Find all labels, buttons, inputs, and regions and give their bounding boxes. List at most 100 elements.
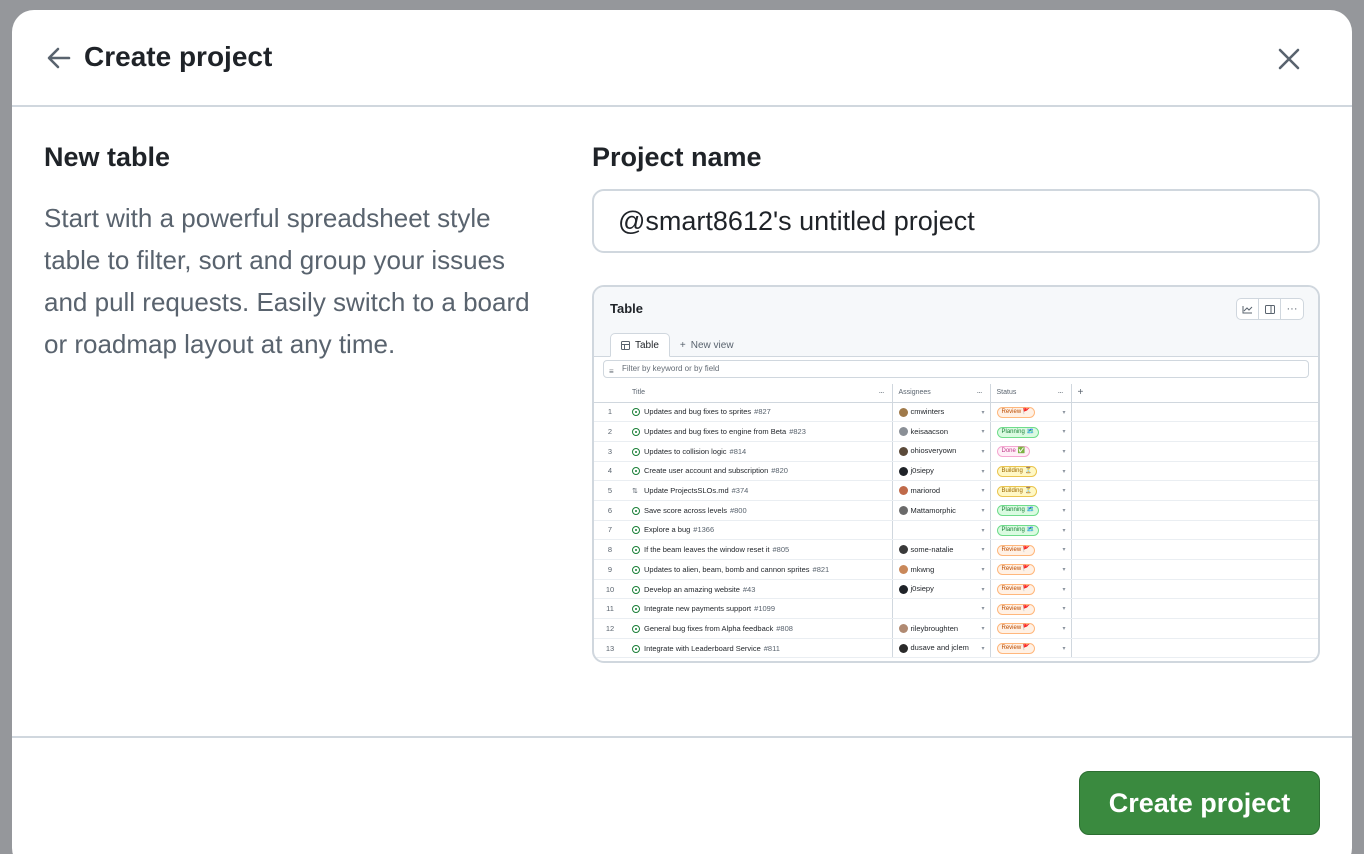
template-info: New table Start with a powerful spreadsh… [44,142,554,365]
row-assignee-cell: j0siepy ▾ [892,579,991,600]
row-title: Save score across levels [644,505,727,515]
row-title-cell: Explore a bug #1366 [626,520,893,541]
avatar [898,407,908,417]
chevron-down-icon: ▾ [981,586,985,593]
tab-label: Table [635,339,659,351]
row-assignee: dusave and jclem [910,643,969,653]
add-column-icon: + [1071,384,1318,403]
row-number: 1 [594,402,626,423]
col-header-status: Status ··· [990,384,1072,403]
table-row: 11 Integrate new payments support #1099 ▾ Re… [594,598,1318,620]
chevron-down-icon: ▾ [981,567,985,573]
chevron-down-icon: ▾ [1062,547,1066,554]
open-issue-icon [632,644,640,653]
row-assignee-cell: mariorod ▾ [892,480,991,501]
open-issue-icon [632,506,640,515]
row-status-cell: Building ⏳ ▾ [990,480,1072,501]
chart-icon [1237,299,1259,319]
row-number: 5 [594,480,626,501]
row-ref: #805 [772,545,790,555]
preview-table: Title ··· Assignees ··· Status ··· + 1 Updat… [594,384,1318,659]
row-number: 11 [594,598,626,620]
chevron-down-icon: ▾ [981,606,985,613]
col-header-title: Title ··· [626,384,893,403]
row-ref: #811 [763,643,780,653]
row-title: Create user account and subscription [644,466,769,476]
row-assignee-cell: ▾ [892,598,991,620]
open-issue-icon [632,565,640,574]
row-status-cell: Review 🚩 ▾ [990,539,1072,560]
avatar [898,446,908,456]
open-issue-icon [632,546,640,555]
open-issue-icon [632,467,640,476]
more-icon: ··· [1286,303,1298,315]
create-project-button[interactable]: Create project [1079,771,1320,835]
arrow-left-icon [47,47,71,69]
open-issue-icon [632,408,640,417]
row-title-cell: General bug fixes from Alpha feedback #80… [626,618,893,639]
chevron-down-icon: ▾ [981,468,985,475]
empty-cell [1071,598,1318,620]
row-title-cell: Updates to alien, beam, bomb and cannon … [626,559,893,580]
avatar [898,643,908,653]
table-row: 7 Explore a bug #1366 ▾ Planning 🗺️ ▾ [594,520,1318,541]
close-button[interactable] [1270,40,1308,78]
empty-cell [1071,579,1318,600]
row-status-cell: Review 🚩 ▾ [990,598,1072,620]
open-issue-icon [632,624,640,633]
table-icon [621,340,630,350]
row-ref: #808 [776,623,793,633]
project-form: Project name Table ··· Table [592,142,1320,663]
plus-icon: + [679,339,686,351]
open-issue-icon [632,526,640,535]
row-status-cell: Review 🚩 ▾ [990,618,1072,639]
table-row: 4 Create user account and subscription #82… [594,461,1318,482]
row-title-cell: Updates to collision logic #814 [626,441,893,462]
row-title: If the beam leaves the window reset it [644,545,770,555]
empty-cell [1071,402,1318,423]
status-badge: Review 🚩 [996,623,1036,635]
table-row: 5 ⇅ Update ProjectsSLOs.md #374 mariorod ▾ Bui… [594,480,1318,501]
row-number: 12 [594,618,626,639]
chevron-down-icon: ▾ [1062,527,1066,534]
chevron-down-icon: ▾ [981,645,985,652]
status-badge: Review 🚩 [996,406,1036,418]
empty-cell [1071,638,1318,659]
status-badge: Review 🚩 [996,544,1036,556]
row-number: 4 [594,461,626,482]
table-row: 2 Updates and bug fixes to engine from Be… [594,421,1318,442]
row-assignee-cell: keisaacson ▾ [892,421,991,442]
project-name-input[interactable] [592,189,1320,253]
row-title-cell: ⇅ Update ProjectsSLOs.md #374 [626,480,893,501]
empty-cell [1071,480,1318,501]
row-title: Updates to alien, beam, bomb and cannon … [644,564,810,574]
close-icon [1278,48,1300,70]
chevron-down-icon: ▾ [981,626,985,633]
row-ref: #374 [731,486,749,496]
dialog-title: Create project [84,41,273,72]
row-title: Updates and bug fixes to engine from Bet… [644,427,787,437]
chevron-down-icon: ▾ [1062,586,1066,593]
empty-cell [1071,520,1318,541]
row-status-cell: Review 🚩 ▾ [990,579,1072,600]
row-assignee: keisaacson [910,426,949,436]
template-description: Start with a powerful spreadsheet style … [44,203,530,359]
row-assignee-cell: ▾ [892,520,991,541]
row-title-cell: Updates and bug fixes to engine from Bet… [626,421,893,442]
open-issue-icon [632,447,640,456]
row-ref: #43 [742,584,756,594]
table-row: 6 Save score across levels #800 Mattamorphi… [594,500,1318,521]
status-badge: Planning 🗺️ [996,426,1039,438]
preview-title: Table [610,301,643,316]
status-badge: Done ✅ [996,446,1030,458]
back-button[interactable] [42,40,76,76]
status-badge: Review 🚩 [996,603,1036,615]
avatar [898,624,908,634]
chevron-down-icon: ▾ [1062,645,1066,652]
chevron-down-icon: ▾ [981,448,985,455]
row-assignee: mkwng [910,564,935,574]
row-assignee: rileybroughten [910,623,959,633]
pull-request-icon: ⇅ [632,488,638,496]
chevron-down-icon: ▾ [1062,507,1066,514]
table-row: 12 General bug fixes from Alpha feedback #… [594,618,1318,639]
